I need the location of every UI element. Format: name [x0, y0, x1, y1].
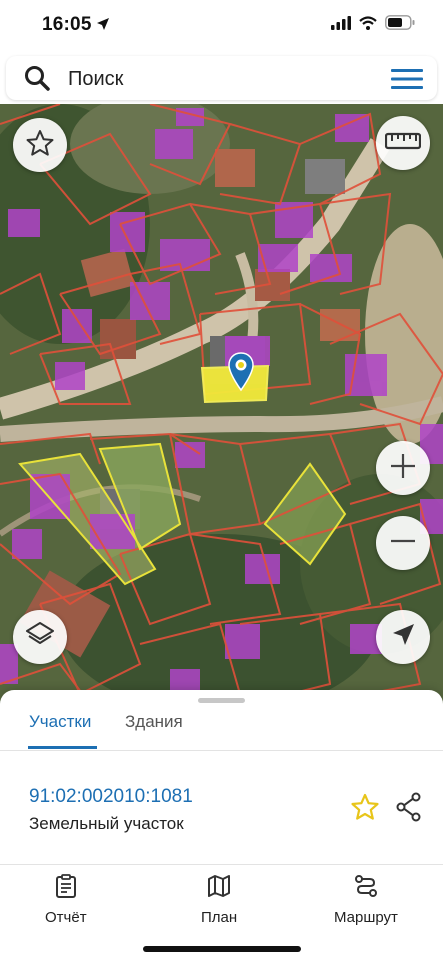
- status-time: 16:05: [42, 14, 92, 35]
- nav-plan[interactable]: План: [201, 874, 237, 926]
- my-location-button[interactable]: [376, 610, 430, 664]
- sheet-divider: [0, 864, 443, 865]
- location-pin-icon[interactable]: [228, 352, 254, 397]
- sheet-tabs: Участки Здания: [0, 702, 443, 751]
- parcel-type-label: Земельный участок: [29, 814, 184, 833]
- satellite-map-layer[interactable]: [0, 104, 443, 704]
- parcel-cadastral-number[interactable]: 91:02:002010:1081: [29, 786, 193, 808]
- navigation-arrow-icon: [390, 622, 416, 653]
- layers-icon: [24, 619, 56, 656]
- cadastral-map[interactable]: [0, 104, 443, 704]
- nav-route[interactable]: Маршрут: [334, 874, 398, 926]
- map-plan-icon: [207, 874, 231, 903]
- home-indicator: [143, 946, 301, 952]
- ruler-button[interactable]: [376, 116, 430, 170]
- status-indicators: [331, 15, 415, 35]
- search-input[interactable]: [66, 64, 370, 94]
- favorite-star-icon[interactable]: [350, 792, 380, 827]
- signal-icon: [331, 15, 351, 35]
- nav-report[interactable]: Отчёт: [45, 874, 87, 926]
- nav-report-label: Отчёт: [45, 909, 87, 926]
- nav-route-label: Маршрут: [334, 909, 398, 926]
- active-tab-indicator: [28, 746, 97, 749]
- tab-parcels[interactable]: Участки: [29, 712, 91, 732]
- menu-icon[interactable]: [391, 68, 423, 95]
- tab-buildings[interactable]: Здания: [125, 712, 183, 732]
- search-icon[interactable]: [24, 65, 50, 96]
- search-bar: [6, 56, 437, 100]
- zoom-out-button[interactable]: [376, 516, 430, 570]
- wifi-icon: [359, 15, 377, 35]
- ruler-icon: [384, 131, 422, 156]
- report-icon: [55, 874, 77, 903]
- star-outline-icon: [25, 128, 55, 163]
- minus-icon: [388, 526, 418, 561]
- share-icon[interactable]: [395, 792, 423, 827]
- zoom-in-button[interactable]: [376, 441, 430, 495]
- location-arrow-icon: [96, 17, 110, 36]
- layers-button[interactable]: [13, 610, 67, 664]
- favorites-button[interactable]: [13, 118, 67, 172]
- route-icon: [354, 874, 378, 903]
- plus-icon: [388, 451, 418, 486]
- status-bar: 16:05: [0, 0, 443, 52]
- nav-plan-label: План: [201, 909, 238, 926]
- battery-icon: [385, 15, 415, 35]
